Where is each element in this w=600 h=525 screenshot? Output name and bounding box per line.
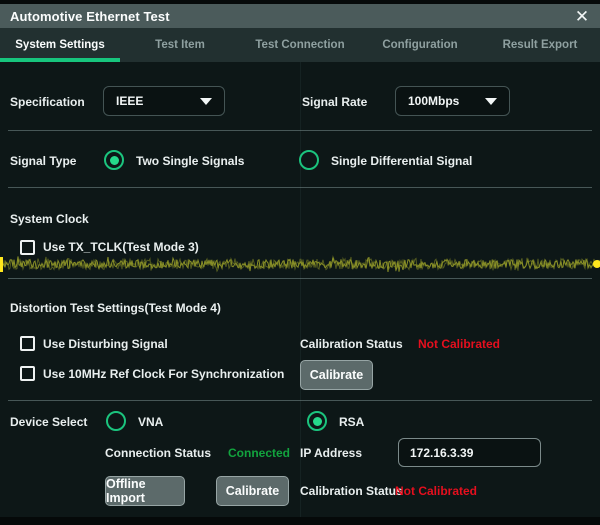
specification-value: IEEE xyxy=(116,94,143,108)
divider xyxy=(8,130,592,131)
tab-test-item[interactable]: Test Item xyxy=(120,28,240,62)
tab-configuration[interactable]: Configuration xyxy=(360,28,480,62)
tab-bar: System Settings Test Item Test Connectio… xyxy=(0,28,600,62)
radio-dot xyxy=(110,156,119,165)
specification-dropdown[interactable]: IEEE xyxy=(103,86,225,116)
use-10mhz-ref-clock-checkbox[interactable] xyxy=(20,366,35,381)
ground-marker-left xyxy=(0,257,3,272)
signal-type-label: Signal Type xyxy=(10,154,76,168)
use-disturbing-signal-checkbox[interactable] xyxy=(20,336,35,351)
specification-label: Specification xyxy=(10,95,85,109)
close-icon[interactable]: ✕ xyxy=(572,6,592,26)
connection-status-value: Connected xyxy=(228,446,290,460)
dialog-titlebar: Automotive Ethernet Test ✕ xyxy=(0,4,600,28)
device-calibration-status-value: Not Calibrated xyxy=(395,484,477,498)
device-calibrate-button[interactable]: Calibrate xyxy=(216,476,289,506)
signal-rate-dropdown[interactable]: 100Mbps xyxy=(395,86,510,116)
tab-result-export[interactable]: Result Export xyxy=(480,28,600,62)
radio-vna-label: VNA xyxy=(138,415,163,429)
device-calibration-status-label: Calibration Status xyxy=(300,484,403,498)
calibration-status-label: Calibration Status xyxy=(300,337,403,351)
divider xyxy=(8,278,592,279)
radio-rsa[interactable] xyxy=(307,411,327,431)
chevron-down-icon xyxy=(485,98,497,105)
chevron-down-icon xyxy=(200,98,212,105)
use-disturbing-signal-label: Use Disturbing Signal xyxy=(43,337,168,351)
radio-dot xyxy=(305,156,314,165)
radio-dot xyxy=(112,417,121,426)
oscilloscope-screen: Automotive Ethernet Test ✕ System Settin… xyxy=(0,0,600,525)
distortion-calibrate-button[interactable]: Calibrate xyxy=(300,360,373,390)
radio-vna[interactable] xyxy=(106,411,126,431)
calibration-status-value: Not Calibrated xyxy=(418,337,500,351)
dialog-title: Automotive Ethernet Test xyxy=(0,9,170,24)
signal-rate-value: 100Mbps xyxy=(408,94,459,108)
radio-two-single-signals-label: Two Single Signals xyxy=(136,154,244,168)
tab-test-connection[interactable]: Test Connection xyxy=(240,28,360,62)
divider xyxy=(8,400,592,401)
radio-two-single-signals[interactable] xyxy=(104,150,124,170)
ip-address-value: 172.16.3.39 xyxy=(410,446,473,460)
offline-import-button[interactable]: Offline Import xyxy=(105,476,185,506)
ip-address-field[interactable]: 172.16.3.39 xyxy=(398,438,541,467)
signal-rate-label: Signal Rate xyxy=(302,95,367,109)
ip-address-label: IP Address xyxy=(300,446,362,460)
radio-single-differential-signal-label: Single Differential Signal xyxy=(331,154,472,168)
connection-status-label: Connection Status xyxy=(105,446,211,460)
screen-bottom-strip xyxy=(0,517,600,525)
system-clock-title: System Clock xyxy=(10,212,89,226)
use-10mhz-ref-clock-label: Use 10MHz Ref Clock For Synchronization xyxy=(43,367,284,381)
radio-rsa-label: RSA xyxy=(339,415,364,429)
device-select-label: Device Select xyxy=(10,415,87,429)
radio-dot xyxy=(313,417,322,426)
distortion-settings-title: Distortion Test Settings(Test Mode 4) xyxy=(10,301,221,315)
divider xyxy=(8,187,592,188)
radio-single-differential-signal[interactable] xyxy=(299,150,319,170)
channel-waveform-trace xyxy=(0,250,600,278)
tab-system-settings[interactable]: System Settings xyxy=(0,28,120,62)
